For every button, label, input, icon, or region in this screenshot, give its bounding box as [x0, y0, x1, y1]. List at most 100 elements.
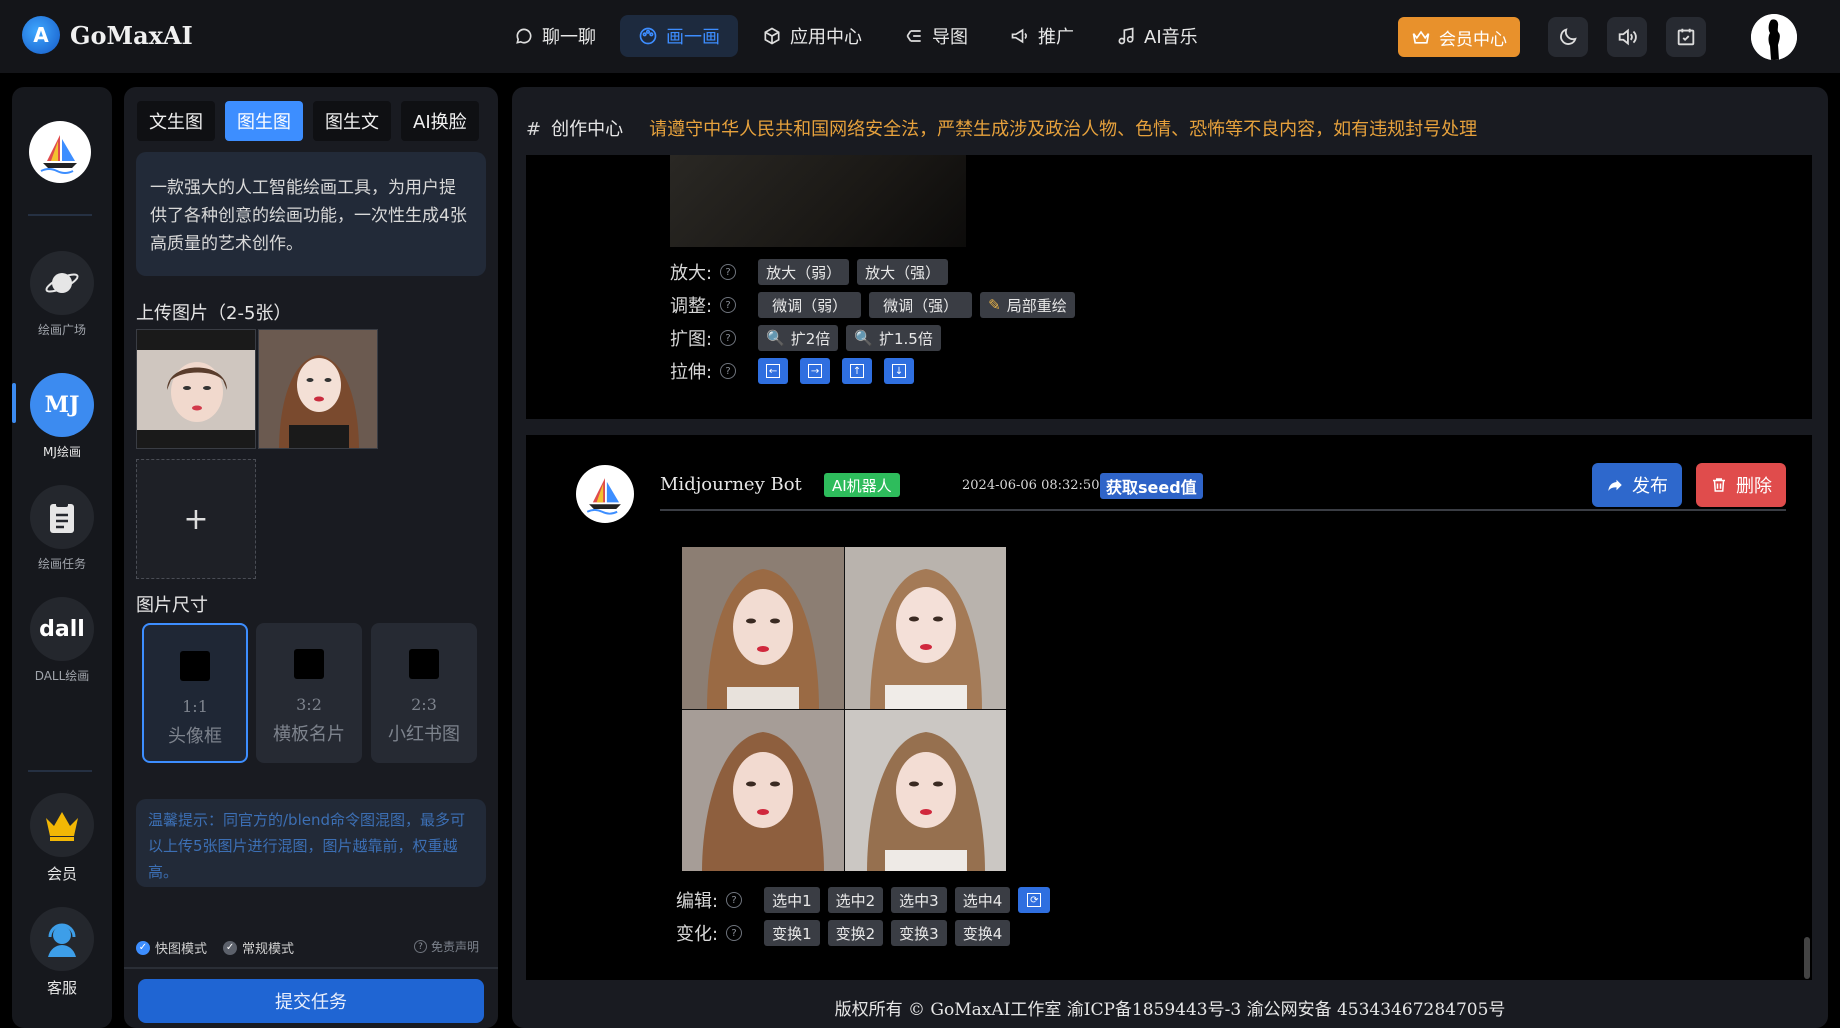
vip-center-button[interactable]: 会员中心: [1398, 17, 1520, 57]
rail-item-mj[interactable]: MJ MJ绘画: [12, 373, 112, 460]
speaker-icon: [1618, 28, 1637, 46]
variation-3-button[interactable]: 变换3: [891, 920, 947, 946]
variation-4-button[interactable]: 变换4: [954, 920, 1011, 946]
button-label: 扩1.5倍: [879, 329, 933, 348]
publish-button[interactable]: 发布: [1592, 463, 1682, 507]
submit-task-button[interactable]: 提交任务: [138, 979, 484, 1023]
nav-label: 应用中心: [790, 27, 862, 48]
select-3-button[interactable]: 选中3: [891, 887, 947, 913]
delete-button[interactable]: 删除: [1696, 463, 1786, 507]
zoom-1-5x-button[interactable]: 🔍 扩1.5倍: [846, 325, 941, 351]
arrow-right-icon: →: [808, 364, 823, 378]
rail-item-square[interactable]: 绘画广场: [12, 251, 112, 338]
pan-right-button[interactable]: →: [800, 358, 831, 384]
rail-item-tasks[interactable]: 绘画任务: [12, 485, 112, 572]
generated-image-2[interactable]: [844, 547, 1006, 709]
disclaimer-link[interactable]: ? 免责声明: [414, 938, 479, 955]
nav-item-music[interactable]: AI音乐: [1098, 15, 1216, 57]
rail-item-dall[interactable]: dall DALL绘画: [12, 597, 112, 684]
variation-1-button[interactable]: 变换1: [764, 920, 820, 946]
nav-item-promote[interactable]: 推广: [992, 15, 1092, 57]
pan-up-button[interactable]: ↑: [842, 358, 873, 384]
generated-image-1[interactable]: [682, 547, 844, 709]
mode-label: 快图模式: [155, 942, 208, 957]
question-icon[interactable]: ?: [726, 925, 743, 941]
uploaded-image-1[interactable]: [136, 329, 256, 449]
nav-item-chat[interactable]: 聊一聊: [496, 15, 614, 57]
magnifier-icon: 🔍: [854, 329, 873, 347]
generated-image-grid[interactable]: [682, 547, 1006, 871]
sailboat-logo-icon[interactable]: [29, 121, 91, 183]
user-silhouette-icon: [1751, 14, 1797, 60]
rail-divider: [28, 214, 92, 216]
size-ratio: 3:2: [296, 695, 322, 714]
upscale-strong-button[interactable]: 放大（强）: [857, 259, 949, 285]
sound-toggle-button[interactable]: [1607, 17, 1647, 57]
pan-left-button[interactable]: ←: [758, 358, 789, 384]
tab-face-swap[interactable]: AI换脸: [401, 101, 479, 141]
pan-down-button[interactable]: ↓: [884, 358, 915, 384]
user-avatar[interactable]: [1751, 14, 1797, 60]
tab-image-to-image[interactable]: 图生图: [225, 101, 303, 141]
upscale-weak-button[interactable]: 放大（弱）: [758, 259, 850, 285]
uploaded-image-2[interactable]: [258, 329, 378, 449]
size-option-1-1[interactable]: 1:1 头像框: [142, 623, 248, 763]
brand[interactable]: A GoMaxAI: [22, 16, 193, 54]
select-1-button[interactable]: 选中1: [764, 887, 820, 913]
get-seed-button[interactable]: 获取seed值: [1100, 473, 1203, 499]
edit-row: 编辑: ? 选中1 选中2 选中3 选中4 ⟳: [676, 887, 1051, 913]
rail-divider: [28, 770, 92, 772]
inpaint-button[interactable]: ✎ 局部重绘: [980, 292, 1075, 318]
variation-2-button[interactable]: 变换2: [827, 920, 884, 946]
question-icon[interactable]: ?: [720, 363, 737, 379]
theme-toggle-button[interactable]: [1548, 17, 1588, 57]
square-icon: [409, 649, 439, 679]
question-icon[interactable]: ?: [720, 297, 737, 313]
nav-label: 聊一聊: [542, 27, 596, 48]
main-header: # 创作中心 请遵守中华人民共和国网络安全法，严禁生成涉及政治人物、色情、恐怖等…: [526, 115, 1477, 141]
fast-mode-option[interactable]: ✓ 快图模式: [136, 938, 207, 957]
nav-item-draw[interactable]: 画一画: [620, 15, 738, 57]
select-4-button[interactable]: 选中4: [954, 887, 1011, 913]
button-label: 局部重绘: [1006, 296, 1067, 315]
scrollbar[interactable]: [1804, 937, 1810, 979]
reroll-button[interactable]: ⟳: [1018, 887, 1051, 913]
check-icon: ✓: [223, 940, 238, 955]
size-option-3-2[interactable]: 3:2 横板名片: [256, 623, 362, 763]
select-2-button[interactable]: 选中2: [827, 887, 884, 913]
add-image-button[interactable]: +: [136, 459, 256, 579]
signin-button[interactable]: [1666, 17, 1706, 57]
result-image[interactable]: [670, 155, 966, 247]
square-icon: [294, 649, 324, 679]
generated-image-4[interactable]: [844, 709, 1006, 871]
clipboard-icon: [30, 485, 94, 549]
rail-label: 绘画任务: [37, 557, 86, 571]
question-icon[interactable]: ?: [726, 892, 743, 908]
generated-image-3[interactable]: [682, 709, 844, 871]
normal-mode-option[interactable]: ✓ 常规模式: [223, 938, 294, 957]
header-divider: [660, 509, 1786, 511]
megaphone-icon: [1011, 28, 1027, 44]
tab-image-to-text[interactable]: 图生文: [313, 101, 391, 141]
chat-icon: [516, 28, 532, 44]
zoom-2x-button[interactable]: 🔍 扩2倍: [758, 325, 839, 351]
nav-label: 画一画: [666, 27, 720, 48]
nav-item-mindmap[interactable]: 导图: [886, 15, 986, 57]
question-icon[interactable]: ?: [720, 264, 737, 280]
top-navbar: A GoMaxAI 聊一聊 画一画 应用中心 导图 推广 AI音乐 会员中心: [0, 0, 1840, 73]
moon-icon: [1560, 28, 1577, 45]
variation-row: 变化: ? 变换1 变换2 变换3 变换4: [676, 920, 1011, 946]
vary-subtle-button[interactable]: 微调（弱）: [758, 292, 862, 318]
tab-text-to-image[interactable]: 文生图: [137, 101, 215, 141]
vary-strong-button[interactable]: 微调（强）: [869, 292, 973, 318]
support-icon: [30, 907, 94, 971]
nav-item-apps[interactable]: 应用中心: [744, 15, 880, 57]
rail-item-member[interactable]: 会员: [12, 793, 112, 884]
question-icon[interactable]: ?: [720, 330, 737, 346]
main-nav: 聊一聊 画一画 应用中心 导图 推广 AI音乐: [496, 15, 1216, 57]
vip-label: 会员中心: [1439, 29, 1507, 50]
calendar-check-icon: [1677, 28, 1695, 46]
row-label: 调整:: [670, 296, 713, 317]
size-option-2-3[interactable]: 2:3 小红书图: [371, 623, 477, 763]
rail-item-support[interactable]: 客服: [12, 907, 112, 998]
